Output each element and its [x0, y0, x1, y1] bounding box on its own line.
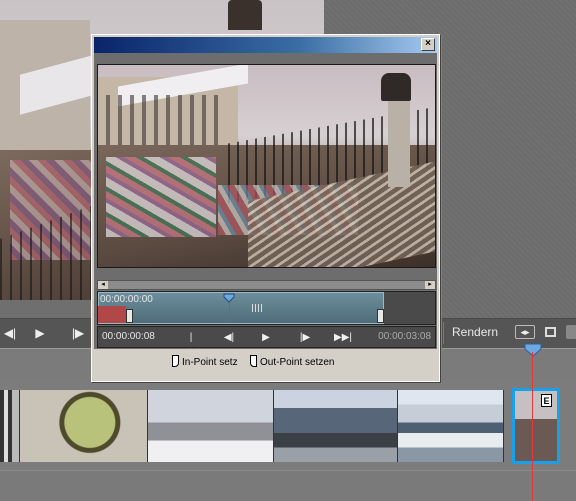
step-forward-icon[interactable]: |▶	[68, 324, 88, 342]
trim-dialog: × ◂ ▸ 00:00:00:00 00:00:00:08 | ◀| ▶ |▶ …	[91, 34, 440, 382]
statue-figure	[228, 0, 262, 30]
playhead-line	[532, 352, 533, 501]
clip-thumbnail[interactable]	[148, 390, 274, 462]
trimmed-region	[98, 306, 126, 323]
clip-preview	[97, 64, 436, 268]
scroll-right-icon[interactable]: ▸	[425, 281, 435, 289]
selected-clip[interactable]	[512, 388, 560, 464]
play-icon[interactable]: ▶	[258, 330, 274, 345]
trim-bar[interactable]: 00:00:00:00	[97, 291, 436, 325]
clip-edit-badge: E	[541, 394, 552, 407]
transport-controls: 00:00:00:08 |◀◀ ◀| ▶ |▶ ▶▶| 00:00:03:08	[97, 326, 436, 358]
dialog-titlebar[interactable]: ×	[94, 37, 437, 53]
out-point-handle[interactable]	[377, 309, 384, 323]
drag-grip-icon[interactable]	[252, 304, 264, 312]
clip-thumbnail[interactable]	[0, 390, 20, 462]
in-point-handle[interactable]	[126, 309, 133, 323]
in-point-timecode: 00:00:00:08	[102, 331, 155, 342]
play-icon[interactable]: ▶	[30, 324, 50, 342]
step-forward-icon[interactable]: |▶	[297, 330, 313, 345]
out-point-icon	[250, 355, 257, 367]
clip-thumbnail[interactable]	[398, 390, 504, 462]
set-in-point-label: In-Point setz	[182, 357, 238, 368]
set-out-point-label: Out-Point setzen	[260, 357, 335, 368]
monitor-toggle-icon[interactable]	[545, 327, 556, 337]
in-point-icon	[172, 355, 179, 367]
scroll-left-icon[interactable]: ◂	[98, 281, 108, 289]
in-out-row: In-Point setz Out-Point setzen	[94, 349, 437, 377]
render-button[interactable]: Rendern	[452, 325, 498, 339]
playhead-icon[interactable]	[524, 343, 542, 357]
set-out-point-button[interactable]: Out-Point setzen	[250, 355, 334, 368]
audio-track	[0, 470, 576, 501]
set-in-point-button[interactable]: In-Point setz	[172, 355, 238, 368]
clip-thumbnail[interactable]	[20, 390, 148, 462]
skip-back-icon[interactable]: |◀◀	[183, 330, 199, 358]
clip-thumbnail[interactable]	[274, 390, 398, 462]
skip-forward-icon[interactable]: ▶▶|	[334, 330, 352, 345]
fit-width-icon[interactable]: ◂▸	[515, 325, 535, 339]
trim-start-time: 00:00:00:00	[100, 294, 153, 305]
dialog-body: ◂ ▸ 00:00:00:00 00:00:00:08 |◀◀ ◀| ▶ |▶ …	[94, 53, 437, 375]
step-back-icon[interactable]: ◀|	[221, 330, 237, 345]
close-icon[interactable]: ×	[421, 38, 435, 51]
step-back-icon[interactable]: ◀|	[0, 324, 20, 342]
divider	[443, 322, 444, 344]
preview-scrollbar[interactable]: ◂ ▸	[97, 280, 436, 290]
out-point-timecode: 00:00:03:08	[378, 331, 431, 342]
playhead-line	[229, 302, 231, 323]
zoom-slider-handle[interactable]	[566, 325, 576, 339]
